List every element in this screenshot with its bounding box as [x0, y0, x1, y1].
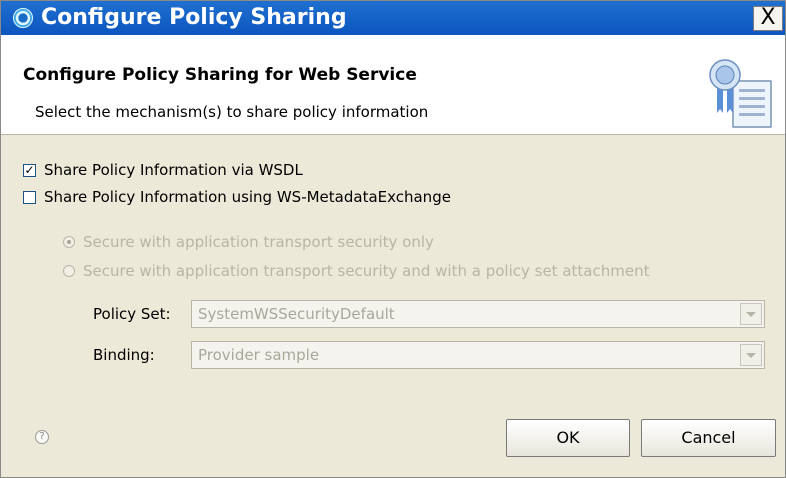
window-title: Configure Policy Sharing — [41, 5, 347, 30]
policy-set-label: Policy Set: — [93, 305, 171, 323]
transport-policy-set-label: Secure with application transport securi… — [83, 262, 650, 280]
help-icon[interactable]: ? — [35, 430, 49, 444]
transport-policy-set-radio — [63, 265, 75, 277]
app-icon — [13, 8, 33, 28]
share-wsdl-label: Share Policy Information via WSDL — [44, 161, 303, 179]
transport-only-label: Secure with application transport securi… — [83, 233, 434, 251]
configure-policy-sharing-dialog: Configure Policy Sharing X Configure Pol… — [0, 0, 786, 478]
share-wsdl-checkbox[interactable]: ✓ — [23, 163, 36, 177]
share-wsdl-checkbox-row[interactable]: ✓ Share Policy Information via WSDL — [23, 161, 303, 179]
header-title: Configure Policy Sharing for Web Service — [23, 65, 417, 85]
binding-label: Binding: — [93, 346, 155, 364]
title-bar[interactable]: Configure Policy Sharing X — [1, 1, 785, 35]
close-button[interactable]: X — [753, 6, 783, 31]
chevron-down-icon — [740, 303, 762, 325]
certificate-document-icon — [709, 59, 772, 128]
radio-transport-policy-set-row: Secure with application transport securi… — [63, 262, 649, 280]
header-description: Select the mechanism(s) to share policy … — [35, 103, 429, 121]
dialog-header: Configure Policy Sharing for Web Service… — [1, 35, 785, 135]
radio-transport-only-row: Secure with application transport securi… — [63, 233, 434, 251]
share-mex-label: Share Policy Information using WS-Metada… — [44, 188, 451, 206]
share-mex-checkbox-row[interactable]: Share Policy Information using WS-Metada… — [23, 188, 451, 206]
ok-button[interactable]: OK — [506, 419, 630, 457]
transport-only-radio — [63, 236, 75, 248]
share-mex-checkbox[interactable] — [23, 190, 36, 204]
policy-set-value: SystemWSSecurityDefault — [198, 305, 395, 323]
chevron-down-icon — [740, 344, 762, 366]
binding-value: Provider sample — [198, 346, 320, 364]
cancel-button[interactable]: Cancel — [641, 419, 776, 457]
binding-select: Provider sample — [191, 341, 765, 369]
policy-set-select: SystemWSSecurityDefault — [191, 300, 765, 328]
